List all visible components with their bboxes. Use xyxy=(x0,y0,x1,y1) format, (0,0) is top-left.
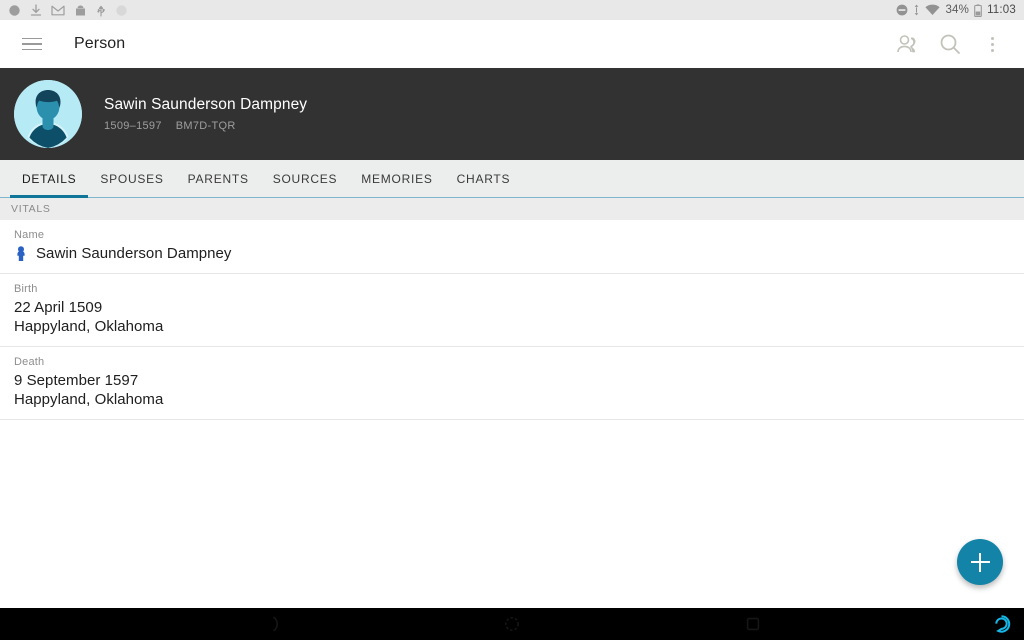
recents-button[interactable] xyxy=(740,611,766,637)
vitals-section-label: VITALS xyxy=(11,203,51,215)
vitals-row-value: Sawin Saunderson Dampney xyxy=(36,245,232,262)
vitals-row[interactable]: Name Sawin Saunderson Dampney xyxy=(0,220,1024,274)
person-header: Sawin Saunderson Dampney 1509–1597 BM7D-… xyxy=(0,68,1024,160)
clock-label: 11:03 xyxy=(987,4,1016,16)
vitals-row-place: Happyland, Oklahoma xyxy=(14,391,164,408)
page-title: Person xyxy=(74,35,126,52)
tab-sources[interactable]: SOURCES xyxy=(261,160,350,198)
app-screen: 34% 11:03 Person Sawin Saunderson Dampne… xyxy=(0,0,1024,640)
person-name: Sawin Saunderson Dampney xyxy=(104,96,308,113)
vitals-row-value: 22 April 1509 xyxy=(14,299,103,316)
person-info: Sawin Saunderson Dampney 1509–1597 BM7D-… xyxy=(104,96,307,132)
app-bar-left: Person xyxy=(12,24,125,64)
home-button[interactable] xyxy=(499,611,525,637)
male-gender-icon xyxy=(14,245,28,262)
tab-baseline xyxy=(0,196,1024,198)
sync-icon xyxy=(915,4,919,16)
vitals-row-label: Birth xyxy=(14,283,38,295)
status-bar-notifications xyxy=(8,3,128,17)
active-tab-indicator xyxy=(10,195,88,198)
battery-icon xyxy=(974,3,982,17)
search-icon[interactable] xyxy=(936,30,964,58)
battery-percent-label: 34% xyxy=(945,4,970,16)
package-icon xyxy=(76,5,85,15)
people-icon[interactable] xyxy=(894,30,922,58)
circle-icon xyxy=(9,4,20,16)
vitals-row[interactable]: Death 9 September 1597 Happyland, Oklahoma xyxy=(0,347,1024,420)
person-lifespan: 1509–1597 xyxy=(104,120,162,132)
assistant-icon[interactable] xyxy=(992,615,1011,634)
system-nav-bar xyxy=(0,608,1024,640)
vitals-row[interactable]: Birth 22 April 1509 Happyland, Oklahoma xyxy=(0,274,1024,347)
tab-spouses[interactable]: SPOUSES xyxy=(88,160,175,198)
do-not-disturb-icon xyxy=(897,4,908,16)
status-bar: 34% 11:03 xyxy=(0,0,1024,20)
vitals-section-header: VITALS xyxy=(0,198,1024,220)
tab-details[interactable]: DETAILS xyxy=(10,160,88,198)
avatar[interactable] xyxy=(14,80,82,148)
tab-parents[interactable]: PARENTS xyxy=(176,160,261,198)
usb-icon xyxy=(97,5,105,17)
tab-memories[interactable]: MEMORIES xyxy=(349,160,444,198)
vitals-list: Name Sawin Saunderson Dampney Birth 22 Apri… xyxy=(0,220,1024,420)
app-bar: Person xyxy=(0,20,1024,68)
tab-charts[interactable]: CHARTS xyxy=(445,160,523,198)
vitals-row-label: Name xyxy=(14,229,45,241)
vitals-row-label: Death xyxy=(14,356,45,368)
app-bar-actions xyxy=(894,30,1012,58)
overflow-menu-icon[interactable] xyxy=(978,30,1006,58)
download-icon xyxy=(30,3,42,16)
add-button[interactable] xyxy=(957,539,1003,585)
back-button[interactable] xyxy=(258,611,284,637)
vitals-row-value: 9 September 1597 xyxy=(14,372,139,389)
wifi-icon xyxy=(925,4,941,15)
vitals-row-place: Happyland, Oklahoma xyxy=(14,318,164,335)
status-bar-system: 34% 11:03 xyxy=(896,3,1016,17)
hamburger-menu-icon[interactable] xyxy=(12,24,52,64)
circle-outline-icon xyxy=(116,4,127,16)
tab-bar: DETAILS SPOUSES PARENTS SOURCES MEMORIES CHAR… xyxy=(0,160,1024,198)
person-id: BM7D-TQR xyxy=(175,120,236,132)
gmail-icon xyxy=(51,5,65,15)
